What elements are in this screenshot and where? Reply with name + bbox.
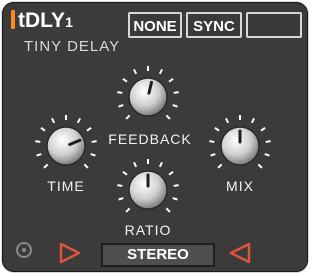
feedback-knob-tick <box>172 104 178 108</box>
mix-knob-tick <box>225 117 230 124</box>
mix-knob-tick <box>209 140 215 143</box>
ratio-label: RATIO <box>124 222 172 238</box>
mix-knob-tick <box>257 163 263 169</box>
ratio-knob-tick <box>125 207 131 213</box>
time-knob-body[interactable] <box>46 126 86 166</box>
feedback-knob-tick <box>168 77 174 83</box>
mix-knob-tick <box>250 117 255 124</box>
time-knob-tick <box>35 140 41 143</box>
feedback-knob-tick <box>133 68 138 75</box>
ratio-knob-tick <box>172 197 178 201</box>
mix-knob-tick <box>265 140 271 143</box>
brand-accent-mark <box>11 10 15 29</box>
sync-button[interactable]: SYNC <box>186 12 242 38</box>
time-knob-tick <box>43 163 49 169</box>
mix-knob-tick <box>217 163 223 169</box>
preset-button[interactable] <box>246 12 302 38</box>
mix-label: MIX <box>226 178 254 194</box>
feedback-label: FEEDBACK <box>108 131 192 147</box>
ratio-knob-tick <box>118 197 124 201</box>
time-knob-tick <box>86 126 92 132</box>
plugin-panel: tDLY1 TINY DELAY NONE SYNC FEEDBACK TIME… <box>2 2 308 272</box>
ratio-knob-tick <box>168 170 174 176</box>
brand-logo: tDLY1 <box>11 9 73 33</box>
time-knob-tick <box>90 153 96 157</box>
feedback-knob-tick <box>173 91 179 94</box>
ratio-knob-tick <box>158 161 163 168</box>
feedback-knob-tick <box>165 114 171 120</box>
plugin-subtitle: TINY DELAY <box>24 38 121 55</box>
mix-knob-tick <box>214 126 220 132</box>
none-button[interactable]: NONE <box>128 12 182 38</box>
ratio-knob-tick <box>122 170 128 176</box>
time-knob-tick <box>51 117 56 124</box>
feedback-knob-tick <box>118 104 124 108</box>
time-knob-tick <box>40 126 46 132</box>
ratio-knob[interactable] <box>115 157 181 223</box>
mix-knob-tick <box>260 126 266 132</box>
brand-name: tDLY <box>18 9 66 32</box>
ratio-knob-tick <box>117 184 123 187</box>
feedback-knob-tick <box>158 68 163 75</box>
time-label: TIME <box>47 178 85 194</box>
mix-knob[interactable] <box>207 113 273 179</box>
time-knob-tick <box>36 153 42 157</box>
feedback-knob-tick <box>117 91 123 94</box>
ratio-knob-tick <box>173 184 179 187</box>
mix-knob-tick <box>264 153 270 157</box>
arrow-right-icon[interactable] <box>58 241 82 265</box>
feedback-knob-tick <box>125 114 131 120</box>
feedback-knob-tick <box>122 77 128 83</box>
mix-knob-tick <box>210 153 216 157</box>
time-knob[interactable] <box>33 113 99 179</box>
stereo-mode-selector[interactable]: STEREO <box>101 243 215 267</box>
ratio-knob-tick <box>133 161 138 168</box>
time-knob-tick <box>76 117 81 124</box>
feedback-knob[interactable] <box>115 64 181 130</box>
arrow-left-icon[interactable] <box>228 241 252 265</box>
ratio-knob-tick <box>165 207 171 213</box>
power-indicator-icon[interactable] <box>16 242 32 258</box>
feedback-knob-body[interactable] <box>128 77 168 117</box>
time-knob-tick <box>91 140 97 143</box>
time-knob-tick <box>83 163 89 169</box>
brand-suffix: 1 <box>65 14 73 30</box>
